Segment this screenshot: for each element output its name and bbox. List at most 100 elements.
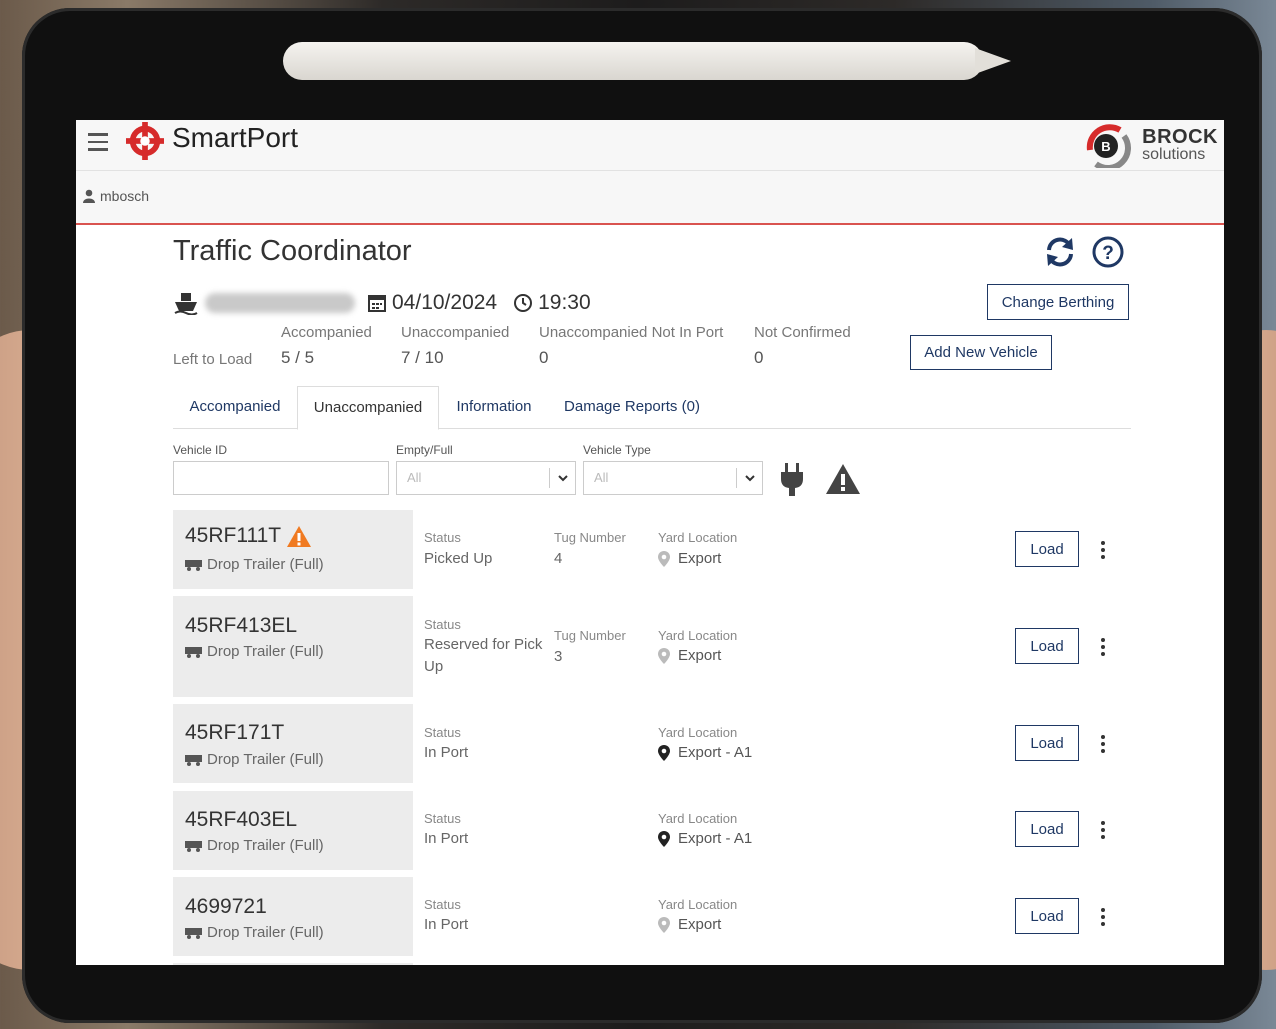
load-stats: Left to Load Accompanied 5 / 5 Unaccompa…: [173, 324, 893, 374]
username: mbosch: [100, 188, 150, 204]
app-screen: SmartPort B BROCK solutions mbosch Traff…: [76, 120, 1224, 965]
voyage-time-text: 19:30: [538, 291, 591, 314]
load-button[interactable]: Load: [1015, 725, 1079, 761]
trailer-icon: [185, 927, 202, 939]
unaccompanied-value: 7 / 10: [401, 348, 444, 367]
vehicle-id-input[interactable]: [173, 461, 389, 495]
chevron-down-icon: [745, 475, 755, 482]
more-options-icon[interactable]: [1099, 541, 1107, 561]
status-label: Status: [424, 811, 461, 826]
vehicle-id: 45RF403EL: [185, 808, 298, 831]
accompanied-value: 5 / 5: [281, 348, 315, 367]
status-label: Status: [424, 725, 461, 740]
status-value: In Port: [424, 830, 469, 847]
page-title: Traffic Coordinator: [173, 235, 412, 267]
map-pin-icon: [658, 916, 670, 933]
vehicle-row[interactable]: 4699721 Drop Trailer (Full) Status In Po…: [173, 877, 1131, 956]
tab-unaccompanied[interactable]: Unaccompanied: [297, 386, 439, 430]
filter-bar: Vehicle ID Empty/Full All Vehicle Type A…: [173, 443, 1131, 503]
vehicle-row[interactable]: [173, 963, 1131, 965]
vehicle-row[interactable]: 45RF403EL Drop Trailer (Full) Status In …: [173, 791, 1131, 870]
brand-name: BROCK: [1142, 126, 1218, 148]
status-value: Picked Up: [424, 550, 493, 567]
load-button[interactable]: Load: [1015, 628, 1079, 664]
tab-damage-reports[interactable]: Damage Reports (0): [551, 386, 713, 428]
help-button[interactable]: ?: [1091, 235, 1125, 269]
refresh-button[interactable]: [1043, 235, 1077, 269]
svg-text:B: B: [1101, 139, 1110, 154]
tab-accompanied[interactable]: Accompanied: [173, 386, 297, 428]
vehicle-id: 4699721: [185, 895, 267, 918]
empty-full-select[interactable]: All: [396, 461, 576, 495]
vehicle-type: Drop Trailer (Full): [185, 643, 324, 660]
status-value: In Port: [424, 744, 469, 761]
yard-location: Export - A1: [658, 830, 752, 847]
smartport-logo-icon: [126, 122, 164, 160]
vehicle-type: Drop Trailer (Full): [185, 556, 324, 573]
yard-location: Export: [658, 550, 721, 567]
load-button[interactable]: Load: [1015, 811, 1079, 847]
not-confirmed-value: 0: [754, 348, 764, 367]
accompanied-label: Accompanied: [281, 324, 372, 341]
yard-label: Yard Location: [658, 897, 738, 912]
trailer-icon: [185, 559, 202, 571]
warning-icon: [287, 525, 312, 547]
trailer-icon: [185, 754, 202, 766]
brand-tagline: solutions: [1142, 146, 1206, 163]
yard-label: Yard Location: [658, 811, 738, 826]
vehicle-row[interactable]: 45RF413EL Drop Trailer (Full) Status Res…: [173, 596, 1131, 697]
app-header: SmartPort B BROCK solutions: [76, 120, 1224, 171]
more-options-icon[interactable]: [1099, 735, 1107, 755]
plug-filter-icon[interactable]: [779, 463, 805, 497]
svg-text:?: ?: [1102, 243, 1114, 264]
vehicle-type: Drop Trailer (Full): [185, 837, 324, 854]
yard-label: Yard Location: [658, 725, 738, 740]
not-confirmed-label: Not Confirmed: [754, 324, 851, 341]
add-new-vehicle-button[interactable]: Add New Vehicle: [910, 335, 1052, 370]
warning-filter-icon[interactable]: [825, 463, 861, 495]
tug-value: 4: [554, 550, 563, 567]
user-bar: mbosch: [76, 171, 1224, 225]
more-options-icon[interactable]: [1099, 821, 1107, 841]
change-berthing-button[interactable]: Change Berthing: [987, 284, 1129, 320]
calendar-icon: [368, 295, 386, 312]
yard-location: Export - A1: [658, 744, 752, 761]
hamburger-menu-icon[interactable]: [88, 133, 108, 151]
tug-label: Tug Number: [554, 628, 626, 643]
tab-bar: Accompanied Unaccompanied Information Da…: [173, 386, 1131, 430]
app-name: SmartPort: [172, 122, 299, 153]
status-value-line2: Up: [424, 658, 444, 675]
vehicle-type-select[interactable]: All: [583, 461, 763, 495]
unaccompanied-label: Unaccompanied: [401, 324, 510, 341]
user-info[interactable]: mbosch: [82, 188, 149, 204]
status-value: In Port: [424, 916, 469, 933]
tug-value: 3: [554, 648, 563, 665]
more-options-icon[interactable]: [1099, 908, 1107, 928]
vehicle-row[interactable]: 45RF111T Drop Trailer (Full) Status Pick…: [173, 510, 1131, 589]
empty-full-label: Empty/Full: [396, 443, 453, 457]
vehicle-type-value: All: [594, 470, 609, 485]
stylus-pencil: [283, 42, 983, 80]
empty-full-value: All: [407, 470, 422, 485]
voyage-time: 19:30: [513, 291, 591, 315]
load-button[interactable]: Load: [1015, 898, 1079, 934]
tab-information[interactable]: Information: [437, 386, 551, 428]
left-to-load-label: Left to Load: [173, 351, 253, 368]
status-label: Status: [424, 897, 461, 912]
vehicle-type: Drop Trailer (Full): [185, 924, 324, 941]
clock-icon: [514, 294, 533, 312]
yard-label: Yard Location: [658, 628, 738, 643]
status-value-line1: Reserved for Pick: [424, 636, 543, 653]
yard-location: Export: [658, 916, 721, 933]
status-label: Status: [424, 530, 461, 545]
vehicle-row[interactable]: 45RF171T Drop Trailer (Full) Status In P…: [173, 704, 1131, 783]
stylus-tip: [975, 48, 1011, 74]
trailer-icon: [185, 646, 202, 658]
more-options-icon[interactable]: [1099, 638, 1107, 658]
voyage-date-text: 04/10/2024: [392, 291, 498, 314]
tug-label: Tug Number: [554, 530, 626, 545]
refresh-icon: [1047, 237, 1073, 267]
voyage-date: 04/10/2024: [367, 291, 497, 315]
brock-logo-icon: B: [1086, 124, 1132, 168]
load-button[interactable]: Load: [1015, 531, 1079, 567]
